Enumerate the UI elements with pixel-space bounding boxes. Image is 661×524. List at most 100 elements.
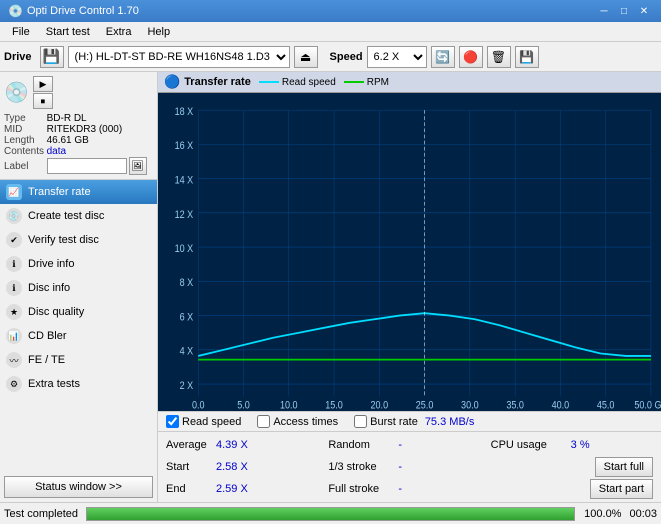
disc-info-icon: ℹ — [6, 280, 22, 296]
speed-select[interactable]: 6.2 X — [367, 46, 427, 68]
start-full-button[interactable]: Start full — [595, 457, 653, 477]
svg-text:18 X: 18 X — [175, 106, 194, 118]
start-part-button[interactable]: Start part — [590, 479, 653, 499]
nav-section: 📈 Transfer rate 💿 Create test disc ✔ Ver… — [0, 180, 157, 472]
drive-icon-btn[interactable]: 💾 — [40, 46, 64, 68]
disc-btn1[interactable]: ▶ — [33, 76, 53, 92]
maximize-button[interactable]: □ — [615, 3, 633, 19]
svg-text:50.0 GB: 50.0 GB — [634, 400, 661, 411]
nav-item-cd-bler[interactable]: 📊 CD Bler — [0, 324, 157, 348]
verify-test-icon: ✔ — [6, 232, 22, 248]
end-value: 2.59 X — [216, 483, 256, 495]
menu-start-test[interactable]: Start test — [38, 22, 98, 41]
progress-bar-fill — [87, 508, 574, 520]
burst-rate-checkbox[interactable] — [354, 415, 367, 428]
label-input[interactable] — [47, 158, 127, 174]
disc-mid-row: MID RITEKDR3 (000) — [4, 124, 153, 135]
access-times-label: Access times — [273, 416, 338, 428]
drive-select[interactable]: (H:) HL-DT-ST BD-RE WH16NS48 1.D3 — [68, 46, 290, 68]
stat-start: Start 2.58 X — [166, 461, 328, 473]
random-value: - — [398, 439, 418, 451]
legend-rpm-color — [344, 81, 364, 83]
nav-item-transfer-rate[interactable]: 📈 Transfer rate — [0, 180, 157, 204]
contents-value[interactable]: data — [47, 146, 153, 157]
nav-item-disc-quality[interactable]: ★ Disc quality — [0, 300, 157, 324]
nav-label-fe-te: FE / TE — [28, 354, 65, 366]
chart-container: 18 X 16 X 14 X 12 X 10 X 8 X 6 X 4 X 2 X… — [158, 93, 661, 411]
svg-text:25.0: 25.0 — [416, 400, 434, 411]
transfer-rate-icon: 📈 — [6, 184, 22, 200]
svg-text:16 X: 16 X — [175, 141, 194, 153]
svg-text:12 X: 12 X — [175, 209, 194, 221]
cpu-label: CPU usage — [491, 439, 571, 451]
read-speed-label: Read speed — [182, 416, 241, 428]
svg-text:15.0: 15.0 — [325, 400, 343, 411]
nav-label-drive-info: Drive info — [28, 258, 74, 270]
nav-item-verify-test-disc[interactable]: ✔ Verify test disc — [0, 228, 157, 252]
svg-text:10.0: 10.0 — [280, 400, 298, 411]
nav-label-disc-quality: Disc quality — [28, 306, 84, 318]
type-label: Type — [4, 113, 47, 124]
svg-text:8 X: 8 X — [180, 278, 194, 290]
refresh-button[interactable]: 🔄 — [431, 46, 455, 68]
checkbox-burst-rate: Burst rate 75.3 MB/s — [354, 415, 474, 428]
svg-text:5.0: 5.0 — [237, 400, 250, 411]
burn-button[interactable]: 🔴 — [459, 46, 483, 68]
cpu-value: 3 % — [571, 439, 601, 451]
delete-button[interactable]: 🗑 — [487, 46, 511, 68]
svg-text:14 X: 14 X — [175, 175, 194, 187]
nav-label-disc-info: Disc info — [28, 282, 70, 294]
create-test-icon: 💿 — [6, 208, 22, 224]
nav-item-fe-te[interactable]: 〰 FE / TE — [0, 348, 157, 372]
chart-icon: 🔵 — [164, 74, 180, 90]
menu-help[interactable]: Help — [139, 22, 178, 41]
disc-header: 💿 ▶ ⏹ — [4, 76, 153, 109]
access-times-checkbox[interactable] — [257, 415, 270, 428]
app-title: Opti Drive Control 1.70 — [27, 5, 595, 17]
stats-row-3: End 2.59 X Full stroke - Start part — [158, 478, 661, 500]
nav-item-create-test-disc[interactable]: 💿 Create test disc — [0, 204, 157, 228]
stat-random: Random - — [328, 439, 490, 451]
legend-rpm: RPM — [344, 77, 389, 88]
nav-item-disc-info[interactable]: ℹ Disc info — [0, 276, 157, 300]
stat-cpu: CPU usage 3 % — [491, 439, 653, 451]
close-button[interactable]: ✕ — [635, 3, 653, 19]
nav-item-extra-tests[interactable]: ⚙ Extra tests — [0, 372, 157, 396]
burst-rate-label: Burst rate — [370, 416, 418, 428]
status-window-btn[interactable]: Status window >> — [4, 476, 153, 498]
stats-section: Average 4.39 X Random - CPU usage 3 % St… — [158, 432, 661, 502]
stat-stroke1: 1/3 stroke - — [328, 461, 490, 473]
checkbox-row: Read speed Access times Burst rate 75.3 … — [158, 411, 661, 432]
save-button[interactable]: 💾 — [515, 46, 539, 68]
end-label: End — [166, 483, 216, 495]
fe-te-icon: 〰 — [6, 352, 22, 368]
stat-end: End 2.59 X — [166, 483, 328, 495]
disc-type-row: Type BD-R DL — [4, 113, 153, 124]
menu-file[interactable]: File — [4, 22, 38, 41]
stroke1-value: - — [398, 461, 418, 473]
avg-value: 4.39 X — [216, 439, 256, 451]
drive-label: Drive — [4, 51, 32, 63]
sidebar: 💿 ▶ ⏹ Type BD-R DL MID RITEKDR3 (000) Le… — [0, 72, 158, 502]
statusbar: Test completed 100.0% 00:03 — [0, 502, 661, 524]
stats-row-1: Average 4.39 X Random - CPU usage 3 % — [158, 434, 661, 456]
status-text: Test completed — [4, 508, 78, 520]
legend-read-label: Read speed — [282, 77, 336, 88]
drive-toolbar: Drive 💾 (H:) HL-DT-ST BD-RE WH16NS48 1.D… — [0, 42, 661, 72]
menubar: File Start test Extra Help — [0, 22, 661, 42]
label-browse-btn[interactable]: 🖼 — [129, 157, 147, 175]
window-controls: ─ □ ✕ — [595, 3, 653, 19]
read-speed-checkbox[interactable] — [166, 415, 179, 428]
length-value: 46.61 GB — [47, 135, 153, 146]
eject-button[interactable]: ⏏ — [294, 46, 318, 68]
type-value: BD-R DL — [47, 113, 153, 124]
disc-btn2[interactable]: ⏹ — [33, 93, 53, 109]
minimize-button[interactable]: ─ — [595, 3, 613, 19]
chart-svg: 18 X 16 X 14 X 12 X 10 X 8 X 6 X 4 X 2 X… — [158, 93, 661, 411]
nav-item-drive-info[interactable]: ℹ Drive info — [0, 252, 157, 276]
stroke1-label: 1/3 stroke — [328, 461, 398, 473]
stat-average: Average 4.39 X — [166, 439, 328, 451]
menu-extra[interactable]: Extra — [98, 22, 140, 41]
burst-rate-value: 75.3 MB/s — [425, 416, 475, 428]
svg-text:2 X: 2 X — [180, 380, 194, 392]
